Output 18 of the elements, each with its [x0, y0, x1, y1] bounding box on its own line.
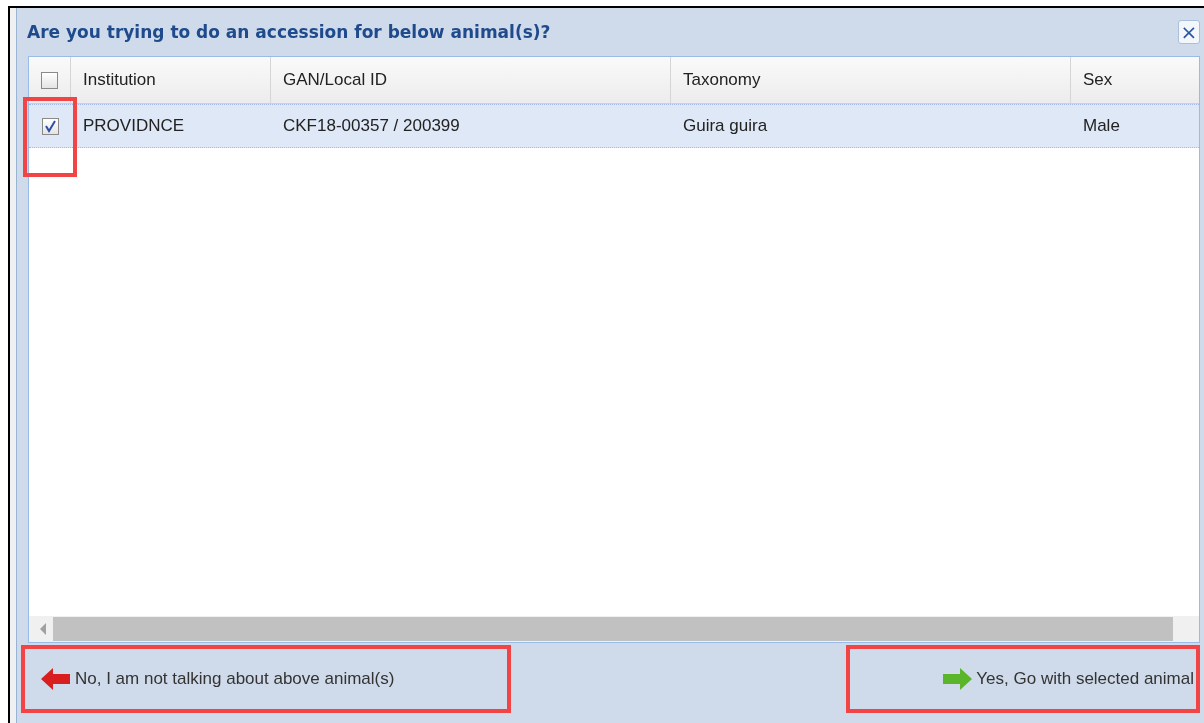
close-button[interactable]: × [1178, 20, 1200, 44]
table-cell-text: Male [1082, 115, 1121, 137]
table-cell-text: Guira guira [682, 115, 769, 137]
table-cell-text: PROVIDNCE [82, 115, 186, 137]
column-header[interactable]: Taxonomy [671, 57, 1071, 103]
dialog-title: Are you trying to do an accession for below animal(s)? [27, 22, 552, 42]
column-header[interactable]: Institution [71, 57, 271, 103]
right-arrow-icon [942, 666, 973, 692]
checkbox[interactable] [41, 117, 59, 135]
scrollbar-thumb[interactable] [53, 617, 1173, 641]
column-header[interactable]: Sex [1071, 57, 1199, 103]
left-arrow-icon [41, 666, 71, 692]
table-row[interactable]: PROVIDNCE CKF18-00357 / 200399 Guira guira Male [29, 104, 1199, 148]
decline-button[interactable]: No, I am not talking about above animal(s) [21, 645, 511, 713]
table-cell-text: CKF18-00357 / 200399 [282, 115, 461, 137]
confirm-button[interactable]: Yes, Go with selected animal [846, 645, 1200, 713]
column-header[interactable]: GAN/Local ID [271, 57, 671, 103]
checkbox[interactable] [41, 71, 58, 89]
